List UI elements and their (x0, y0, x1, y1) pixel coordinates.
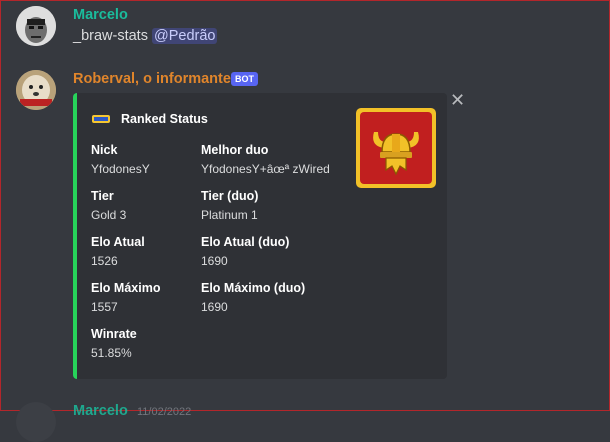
close-icon[interactable]: ✕ (450, 91, 465, 109)
message-text: _braw-stats @Pedrão (73, 28, 218, 44)
username[interactable]: Marcelo (73, 7, 128, 23)
field-value: 1690 (201, 300, 228, 314)
avatar[interactable] (16, 70, 56, 110)
field-value: 1557 (91, 300, 118, 314)
field-tier-duo: Tier (duo) Platinum 1 (201, 189, 258, 222)
viking-helmet-icon (356, 108, 436, 188)
username[interactable]: Marcelo (73, 403, 128, 419)
avatar[interactable] (16, 402, 56, 442)
field-name: Elo Atual (duo) (201, 235, 290, 249)
field-value: YfodonesY (91, 162, 150, 176)
embed-author-name: Ranked Status (121, 112, 208, 126)
field-value: YfodonesY+âœª zWired (201, 162, 330, 176)
embed-author: Ranked Status (91, 109, 208, 129)
embed-thumbnail[interactable] (356, 108, 436, 188)
bot-badge: BOT (231, 72, 258, 86)
field-elo-current: Elo Atual 1526 (91, 235, 145, 268)
field-name: Tier (duo) (201, 189, 259, 203)
field-value: Gold 3 (91, 208, 127, 222)
field-name: Tier (91, 189, 114, 203)
field-best-duo: Melhor duo YfodonesY+âœª zWired (201, 143, 330, 176)
field-value: 51.85% (91, 346, 132, 360)
embed: Ranked Status Nick YfodonesY Melhor duo … (73, 93, 447, 379)
avatar[interactable] (16, 6, 56, 46)
timestamp: 11/02/2022 (137, 406, 192, 418)
field-value: 1526 (91, 254, 118, 268)
field-name: Elo Máximo (91, 281, 161, 295)
brawl-stars-logo-icon (92, 115, 110, 123)
field-tier: Tier Gold 3 (91, 189, 126, 222)
field-value: Platinum 1 (201, 208, 258, 222)
field-elo-max: Elo Máximo 1557 (91, 281, 160, 314)
user-mention[interactable]: @Pedrão (151, 28, 218, 44)
username[interactable]: Roberval, o informante (73, 71, 231, 87)
field-value: 1690 (201, 254, 228, 268)
field-name: Elo Atual (91, 235, 145, 249)
field-name: Nick (91, 143, 118, 157)
field-name: Melhor duo (201, 143, 269, 157)
field-winrate: Winrate 51.85% (91, 327, 137, 360)
command-text: _braw-stats (73, 28, 148, 44)
field-name: Winrate (91, 327, 137, 341)
field-elo-current-duo: Elo Atual (duo) 1690 (201, 235, 289, 268)
field-name: Elo Máximo (duo) (201, 281, 306, 295)
field-elo-max-duo: Elo Máximo (duo) 1690 (201, 281, 305, 314)
field-nick: Nick YfodonesY (91, 143, 150, 176)
